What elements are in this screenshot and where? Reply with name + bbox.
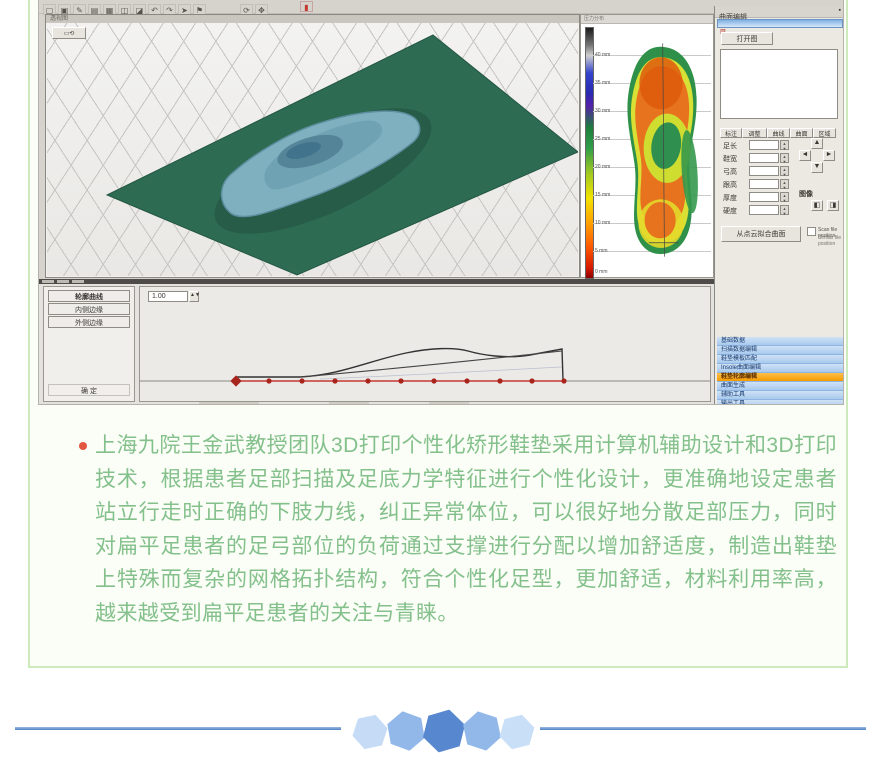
nudge-left-button[interactable]: ◄ bbox=[799, 150, 811, 161]
field-label: 厚度 bbox=[723, 193, 737, 203]
scale-label: 35 mm bbox=[595, 80, 610, 86]
profile-view[interactable]: 1.00 ▲▼ bbox=[139, 286, 711, 402]
step-item-active[interactable]: 鞋垫轮廓编辑 bbox=[717, 373, 843, 382]
spinner[interactable]: ▲▼ bbox=[780, 192, 789, 202]
insole-3d-scene bbox=[47, 23, 578, 276]
spinner[interactable]: ▲▼ bbox=[780, 166, 789, 176]
field-input[interactable] bbox=[749, 205, 779, 215]
spinner[interactable]: ▲▼ bbox=[780, 205, 789, 215]
spinner[interactable]: ▲▼ bbox=[780, 179, 789, 189]
profile-panel: 轮廓曲线 内侧边缘 外侧边缘 确 定 1.00 ▲▼ bbox=[39, 284, 714, 405]
medial-edge-button[interactable]: 内侧边缘 bbox=[48, 303, 130, 315]
profile-zoom-value[interactable]: 1.00 bbox=[148, 291, 188, 302]
profile-tool-column: 轮廓曲线 内侧边缘 外侧边缘 确 定 bbox=[43, 286, 135, 402]
hexagon-4 bbox=[458, 707, 505, 754]
scale-label: 20 mm bbox=[595, 164, 610, 170]
step-item[interactable]: 输出工具 bbox=[717, 400, 843, 405]
tab-region[interactable]: 区域 bbox=[813, 128, 836, 138]
spinner[interactable]: ▲▼ bbox=[780, 140, 789, 150]
hexagon-3 bbox=[417, 704, 470, 757]
field-input[interactable] bbox=[749, 166, 779, 176]
tab-surface[interactable]: 曲面 bbox=[790, 128, 813, 138]
scale-label: 30 mm bbox=[595, 108, 610, 114]
checkbox-label-2: Similar file position bbox=[818, 235, 844, 247]
hexagon-2 bbox=[383, 708, 429, 754]
step-item[interactable]: 曲面生成 bbox=[717, 382, 843, 391]
small-button-a[interactable]: ◧ bbox=[811, 200, 823, 211]
step-item[interactable]: 辅助工具 bbox=[717, 391, 843, 400]
field-input[interactable] bbox=[749, 179, 779, 189]
field-label: 硬度 bbox=[723, 206, 737, 216]
article-paragraph-block: 上海九院王金武教授团队3D打印个性化矫形鞋垫采用计算机辅助设计和3D打印技术，根… bbox=[67, 429, 837, 630]
field-label: 弓高 bbox=[723, 167, 737, 177]
scale-label: 25 mm bbox=[595, 136, 610, 142]
fit-surface-button[interactable]: 从点云拟合曲面 bbox=[721, 226, 801, 242]
tab-annotate[interactable]: 标注 bbox=[720, 128, 742, 138]
viewport-3d-window: 透视图 bbox=[45, 14, 580, 278]
scale-label: 0 mm bbox=[595, 269, 608, 275]
spinner[interactable]: ▲▼ bbox=[780, 153, 789, 163]
main-toolbar: ▢▣✎▤▦◫◪↶↷➤⚑ ⟳✥ ▮ bbox=[39, 0, 714, 14]
viewport-3d[interactable] bbox=[47, 23, 578, 276]
confirm-button[interactable]: 确 定 bbox=[48, 384, 130, 396]
nudge-down-button[interactable]: ▼ bbox=[811, 162, 823, 173]
field-label: 足长 bbox=[723, 141, 737, 151]
step-item[interactable]: 扫描数据编辑 bbox=[717, 346, 843, 355]
field-label: 鞋宽 bbox=[723, 154, 737, 164]
hexagon-5 bbox=[495, 710, 540, 755]
workflow-steps: 基础数据 扫描数据编辑 鞋垫模板匹配 Insole曲面编辑 鞋垫轮廓编辑 曲面生… bbox=[717, 337, 843, 405]
bullet-point bbox=[79, 442, 87, 450]
tab-adjust[interactable]: 调整 bbox=[742, 128, 767, 138]
tab-curve[interactable]: 曲线 bbox=[767, 128, 790, 138]
step-item[interactable]: 鞋垫模板匹配 bbox=[717, 355, 843, 364]
insole-profile-curve bbox=[140, 287, 710, 401]
pressure-map-title: 压力分布 bbox=[581, 15, 713, 24]
field-label: 跟高 bbox=[723, 180, 737, 190]
article-text: 上海九院王金武教授团队3D打印个性化矫形鞋垫采用计算机辅助设计和3D打印技术，根… bbox=[95, 429, 837, 630]
field-input[interactable] bbox=[749, 140, 779, 150]
foot-pressure-heatmap bbox=[609, 25, 713, 275]
profile-zoom-stepper[interactable]: ▲▼ bbox=[189, 291, 199, 302]
field-input[interactable] bbox=[749, 192, 779, 202]
article-card: ▢▣✎▤▦◫◪↶↷➤⚑ ⟳✥ ▮ 透视图 bbox=[28, 0, 848, 668]
panel-tabs: 标注调整曲线曲面区域 bbox=[720, 123, 840, 134]
nudge-right-button[interactable]: ► bbox=[823, 150, 835, 161]
fit-view-button[interactable]: ▭⟲ bbox=[52, 27, 86, 39]
pad-label: 图像 bbox=[799, 189, 813, 199]
page: ▢▣✎▤▦◫◪↶↷➤⚑ ⟳✥ ▮ 透视图 bbox=[0, 0, 880, 758]
contour-curve-button[interactable]: 轮廓曲线 bbox=[48, 290, 130, 302]
field-input[interactable] bbox=[749, 153, 779, 163]
lateral-edge-button[interactable]: 外侧边缘 bbox=[48, 316, 130, 328]
scale-label: 10 mm bbox=[595, 220, 610, 226]
record-icon[interactable]: ▮ bbox=[300, 1, 313, 12]
object-list-box[interactable] bbox=[720, 49, 838, 119]
pressure-scale-bar bbox=[585, 27, 594, 279]
hexagon-1 bbox=[347, 709, 392, 754]
divider-line-left bbox=[15, 727, 341, 730]
scan-position-checkbox[interactable] bbox=[807, 227, 816, 236]
insole-cad-screenshot: ▢▣✎▤▦◫◪↶↷➤⚑ ⟳✥ ▮ 透视图 bbox=[38, 0, 844, 405]
status-segment bbox=[329, 402, 369, 405]
divider-line-right bbox=[540, 727, 866, 730]
step-item[interactable]: Insole曲面编辑 bbox=[717, 364, 843, 373]
scale-label: 5 mm bbox=[595, 248, 608, 254]
nudge-up-button[interactable]: ▲ bbox=[811, 138, 823, 149]
scale-label: 15 mm bbox=[595, 192, 610, 198]
open-file-button[interactable]: 打开图 bbox=[721, 32, 773, 45]
scale-label: 40 mm bbox=[595, 52, 610, 58]
viewport-title: 透视图 bbox=[46, 15, 579, 23]
pin-icon[interactable]: ▪ bbox=[839, 7, 841, 14]
step-item[interactable]: 基础数据 bbox=[717, 337, 843, 346]
pressure-map-panel: 压力分布 40 mm 35 mm 30 mm 25 mm 20 mm 15 mm… bbox=[580, 14, 714, 278]
status-segment bbox=[199, 402, 259, 405]
small-button-b[interactable]: ◨ bbox=[827, 200, 839, 211]
status-segment bbox=[429, 402, 469, 405]
right-panel: 曲面编辑 ▪ ▥ 打开图 标注调整曲线曲面区域 足长 ▲▼ 鞋宽 bbox=[714, 6, 844, 405]
